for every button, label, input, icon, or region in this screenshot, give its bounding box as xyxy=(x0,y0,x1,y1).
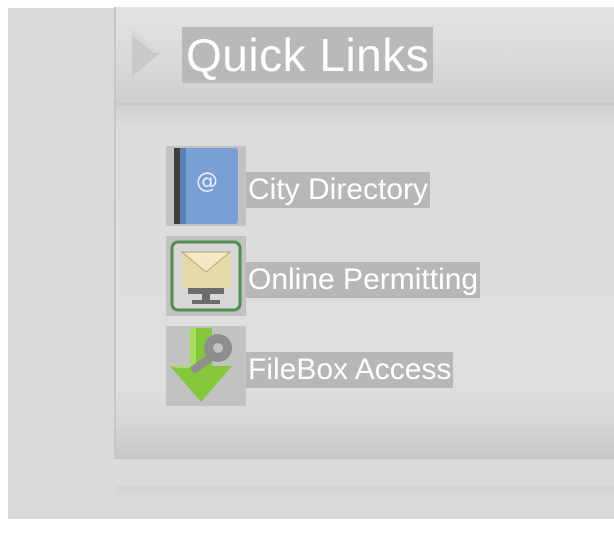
page-background: Quick Links @ City Directory Online Perm… xyxy=(8,7,614,535)
link-label: City Directory xyxy=(246,172,431,208)
svg-text:@: @ xyxy=(196,169,218,194)
address-book-icon: @ xyxy=(166,146,246,226)
link-label: Online Permitting xyxy=(246,262,481,298)
panel-header: Quick Links xyxy=(116,7,614,105)
panel-title: Quick Links xyxy=(182,27,434,83)
filebox-key-icon xyxy=(166,326,246,406)
panel-body: @ City Directory Online Permitting FileB… xyxy=(116,105,614,457)
link-online-permitting[interactable]: Online Permitting xyxy=(166,236,586,316)
permit-monitor-icon xyxy=(166,236,246,316)
panel-shadow xyxy=(116,486,614,500)
panel-footer xyxy=(116,427,614,457)
link-city-directory[interactable]: @ City Directory xyxy=(166,146,586,226)
link-filebox-access[interactable]: FileBox Access xyxy=(166,326,586,406)
link-label: FileBox Access xyxy=(246,352,454,388)
chevron-right-icon xyxy=(132,29,160,77)
quick-links-panel: Quick Links @ City Directory Online Perm… xyxy=(114,7,614,459)
page-bottom-edge xyxy=(0,519,614,535)
